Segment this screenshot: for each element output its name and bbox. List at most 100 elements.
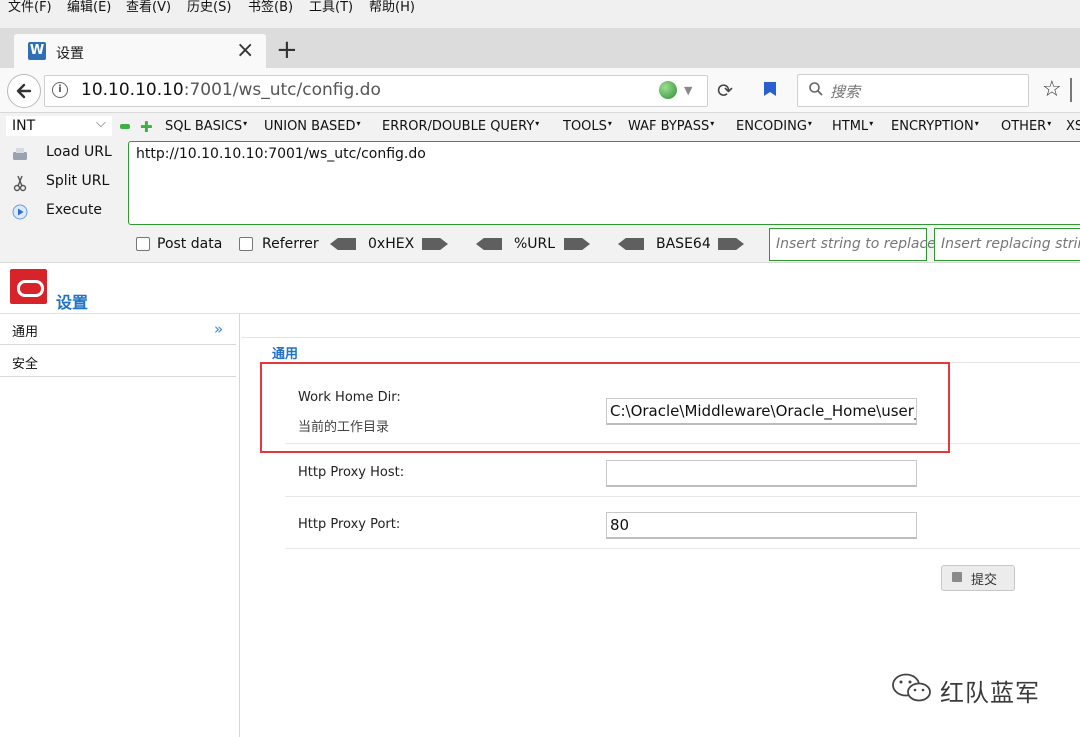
decrement-icon[interactable]: [120, 124, 130, 129]
menu-file[interactable]: 文件(F): [8, 0, 52, 16]
http-proxy-port-value: 80: [610, 516, 630, 534]
encoder-label: BASE64: [656, 236, 711, 252]
menu-other[interactable]: OTHER▾: [1001, 119, 1051, 134]
insert-string-input[interactable]: Insert string to replace: [769, 228, 936, 261]
chevron-down-icon[interactable]: ▼: [684, 84, 692, 97]
tab-title: 设置: [56, 46, 84, 62]
type-select-value: INT: [12, 118, 36, 134]
watermark-text: 红队蓝军: [940, 679, 1040, 707]
url-host: 10.10.10.10: [81, 80, 184, 100]
nav-item-label: 安全: [12, 357, 39, 372]
menu-label: WAF BYPASS: [628, 119, 710, 134]
insert-string-placeholder: Insert string to replace: [776, 236, 936, 252]
http-proxy-port-label: Http Proxy Port:: [298, 517, 401, 532]
split-url-button[interactable]: Split URL: [8, 170, 126, 196]
decode-arrow-right-icon[interactable]: [422, 238, 448, 250]
menu-tools[interactable]: 工具(T): [309, 0, 353, 16]
search-placeholder: 搜索: [830, 83, 861, 101]
chevron-down-icon: ⌵: [96, 116, 106, 131]
save-icon: [952, 572, 962, 582]
nav-item-label: 通用: [12, 325, 39, 340]
row-divider: [285, 548, 1080, 549]
menu-label: ENCRYPTION: [891, 119, 974, 134]
hex-encoder[interactable]: 0xHEX: [330, 236, 448, 252]
encode-arrow-left-icon[interactable]: [476, 238, 502, 250]
menu-xss[interactable]: XS: [1066, 119, 1080, 134]
menu-label: TOOLS: [563, 119, 607, 134]
menu-encryption[interactable]: ENCRYPTION▾: [891, 119, 979, 134]
menu-edit[interactable]: 编辑(E): [67, 0, 111, 16]
hackbar-url-text: http://10.10.10.10:7001/ws_utc/config.do: [136, 146, 426, 162]
nav-item-security[interactable]: 安全: [0, 346, 236, 377]
play-icon: [12, 204, 28, 220]
http-proxy-host-input[interactable]: [606, 460, 917, 487]
menu-history[interactable]: 历史(S): [187, 0, 231, 16]
bookmark-star-icon[interactable]: ☆: [1042, 78, 1062, 102]
wechat-logo-icon: [892, 673, 931, 702]
referrer-checkbox[interactable]: [239, 237, 253, 251]
address-bar-url[interactable]: 10.10.10.10:7001/ws_utc/config.do: [81, 80, 381, 100]
menu-tools[interactable]: TOOLS▾: [563, 119, 612, 134]
back-button[interactable]: [7, 74, 41, 108]
post-data-label: Post data: [157, 236, 223, 252]
info-icon[interactable]: i: [52, 82, 68, 98]
http-proxy-host-label: Http Proxy Host:: [298, 465, 405, 480]
decode-arrow-right-icon[interactable]: [718, 238, 744, 250]
submit-label: 提交: [971, 573, 998, 588]
row-divider: [285, 496, 1080, 497]
split-url-label: Split URL: [46, 173, 110, 189]
menu-label: ERROR/DOUBLE QUERY: [382, 119, 535, 134]
menu-label: SQL BASICS: [165, 119, 243, 134]
menu-union-based[interactable]: UNION BASED▾: [264, 119, 360, 134]
menu-help[interactable]: 帮助(H): [369, 0, 415, 16]
post-data-checkbox[interactable]: [136, 237, 150, 251]
menu-waf-bypass[interactable]: WAF BYPASS▾: [628, 119, 714, 134]
encode-arrow-left-icon[interactable]: [330, 238, 356, 250]
oracle-logo: [10, 269, 47, 304]
scissors-icon: [13, 175, 27, 192]
bookmark-shield-icon[interactable]: [762, 80, 778, 98]
collapse-chevron-icon[interactable]: »: [214, 320, 223, 338]
http-proxy-port-input[interactable]: 80: [606, 512, 917, 539]
menu-html[interactable]: HTML▾: [832, 119, 873, 134]
increment-icon[interactable]: ✚: [140, 118, 153, 136]
back-arrow-icon: [16, 83, 32, 99]
menu-error-double-query[interactable]: ERROR/DOUBLE QUERY▾: [382, 119, 539, 134]
referrer-label: Referrer: [262, 236, 319, 252]
highlight-annotation-box: [260, 362, 950, 453]
close-tab-icon[interactable]: ×: [236, 39, 254, 63]
left-navigation: 通用 安全: [0, 314, 240, 737]
load-url-label: Load URL: [46, 144, 112, 160]
menu-label: OTHER: [1001, 119, 1047, 134]
load-url-button[interactable]: Load URL: [8, 141, 126, 167]
section-title: 通用: [272, 347, 299, 362]
base64-encoder[interactable]: BASE64: [618, 236, 746, 252]
search-icon: [809, 82, 823, 96]
weblogic-favicon-icon: W: [28, 42, 46, 60]
menu-bookmarks[interactable]: 书签(B): [248, 0, 293, 16]
menu-encoding[interactable]: ENCODING▾: [736, 119, 812, 134]
execute-label: Execute: [46, 202, 102, 218]
browser-tab[interactable]: [14, 34, 266, 68]
menu-label: UNION BASED: [264, 119, 356, 134]
menu-sql-basics[interactable]: SQL BASICS▾: [165, 119, 247, 134]
insert-replacing-input[interactable]: Insert replacing string: [934, 228, 1080, 261]
load-url-icon: [13, 148, 27, 160]
url-encoder[interactable]: %URL: [476, 236, 594, 252]
menubar: 文件(F) 编辑(E) 查看(V) 历史(S) 书签(B) 工具(T) 帮助(H…: [0, 0, 1080, 28]
toolbar-overflow[interactable]: [1070, 78, 1072, 102]
page-title: 设置: [56, 293, 89, 312]
reload-icon[interactable]: ⟳: [717, 80, 733, 102]
menu-label: HTML: [832, 119, 869, 134]
menu-label: ENCODING: [736, 119, 807, 134]
menu-view[interactable]: 查看(V): [126, 0, 171, 16]
decode-arrow-right-icon[interactable]: [564, 238, 590, 250]
encode-arrow-left-icon[interactable]: [618, 238, 644, 250]
insert-replacing-placeholder: Insert replacing string: [941, 236, 1080, 252]
nav-item-general[interactable]: 通用: [0, 314, 236, 345]
execute-button[interactable]: Execute: [8, 199, 126, 225]
url-path: :7001/ws_utc/config.do: [183, 80, 381, 100]
content-divider: [242, 337, 1080, 338]
new-tab-button[interactable]: +: [276, 36, 298, 64]
globe-icon[interactable]: [659, 81, 677, 99]
